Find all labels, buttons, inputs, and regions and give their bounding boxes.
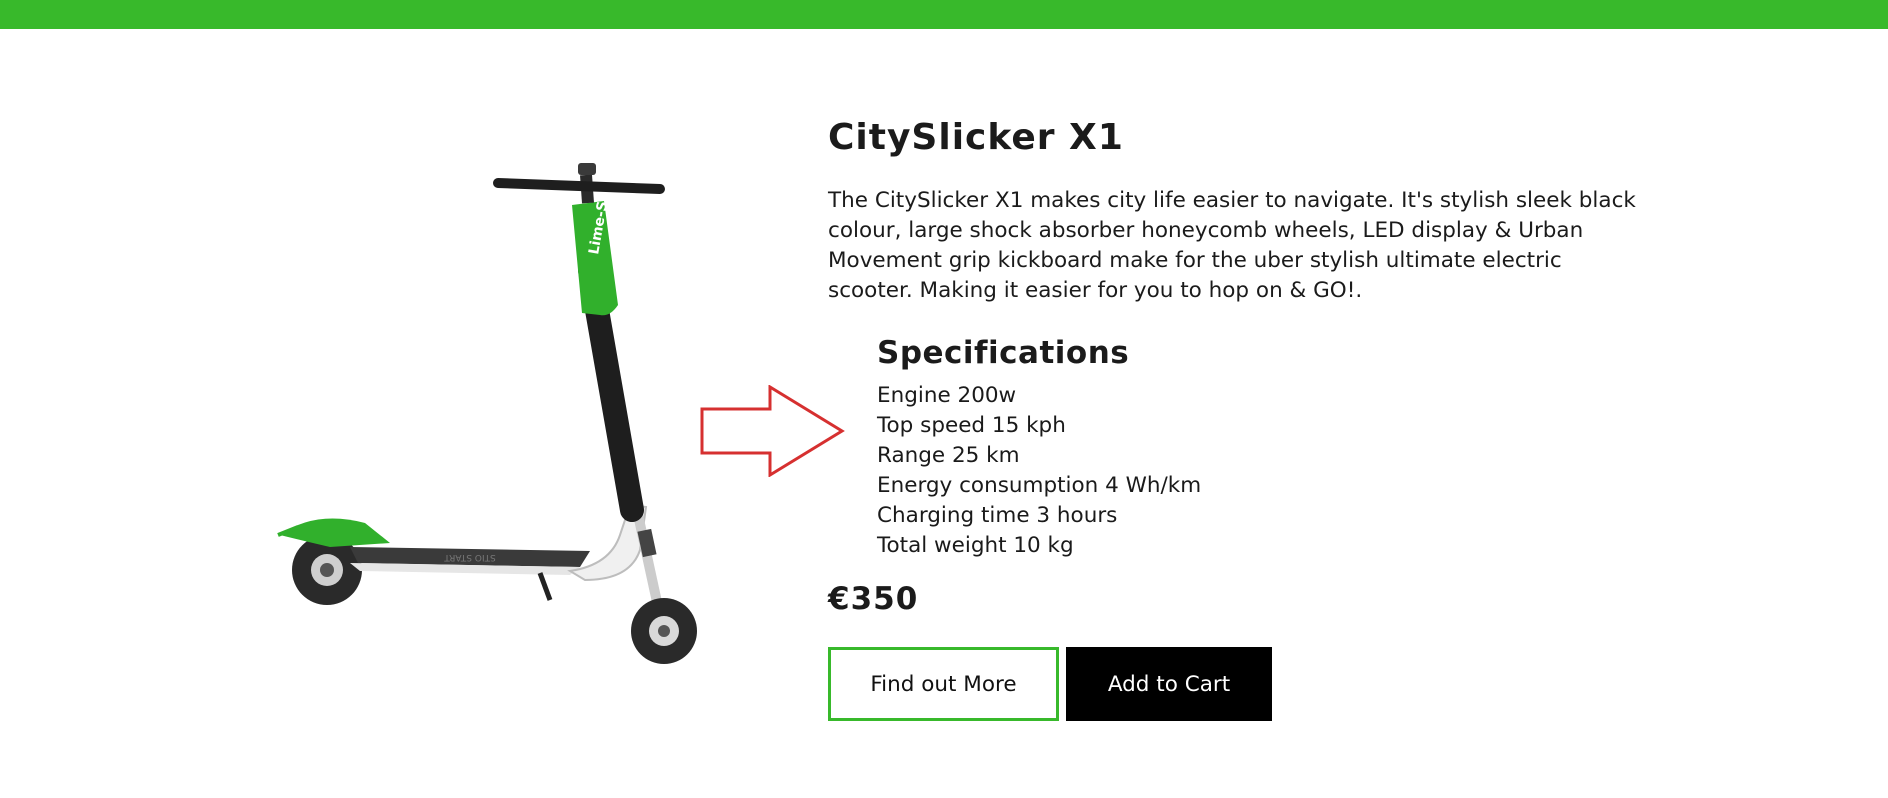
scooter-handlebar	[493, 178, 665, 194]
product-title: CitySlicker X1	[828, 117, 1124, 158]
specifications-section: Specifications Engine 200w Top speed 15 …	[877, 329, 1648, 561]
scooter-image: STIO START Lime-S	[277, 163, 697, 664]
right-arrow-icon	[700, 385, 845, 477]
specifications-list: Engine 200w Top speed 15 kph Range 25 km…	[877, 381, 1648, 561]
svg-text:STIO START: STIO START	[444, 552, 496, 562]
product-price: €350	[828, 581, 919, 617]
spec-range: Range 25 km	[877, 443, 1020, 468]
top-accent-bar	[0, 0, 1888, 29]
action-buttons: Find out More Add to Cart	[828, 647, 1648, 721]
add-to-cart-button[interactable]: Add to Cart	[1066, 647, 1272, 721]
spec-engine: Engine 200w	[877, 383, 1017, 408]
spec-total-weight: Total weight 10 kg	[877, 533, 1074, 558]
spec-charging-time: Charging time 3 hours	[877, 503, 1118, 528]
spec-top-speed: Top speed 15 kph	[877, 413, 1066, 438]
find-out-more-button[interactable]: Find out More	[828, 647, 1059, 721]
product-details: CitySlicker X1 The CitySlicker X1 makes …	[828, 110, 1648, 721]
specifications-title: Specifications	[877, 335, 1130, 371]
scooter-rear-fender	[280, 518, 390, 547]
product-description: The CitySlicker X1 makes city life easie…	[828, 188, 1636, 303]
spec-energy-consumption: Energy consumption 4 Wh/km	[877, 473, 1202, 498]
